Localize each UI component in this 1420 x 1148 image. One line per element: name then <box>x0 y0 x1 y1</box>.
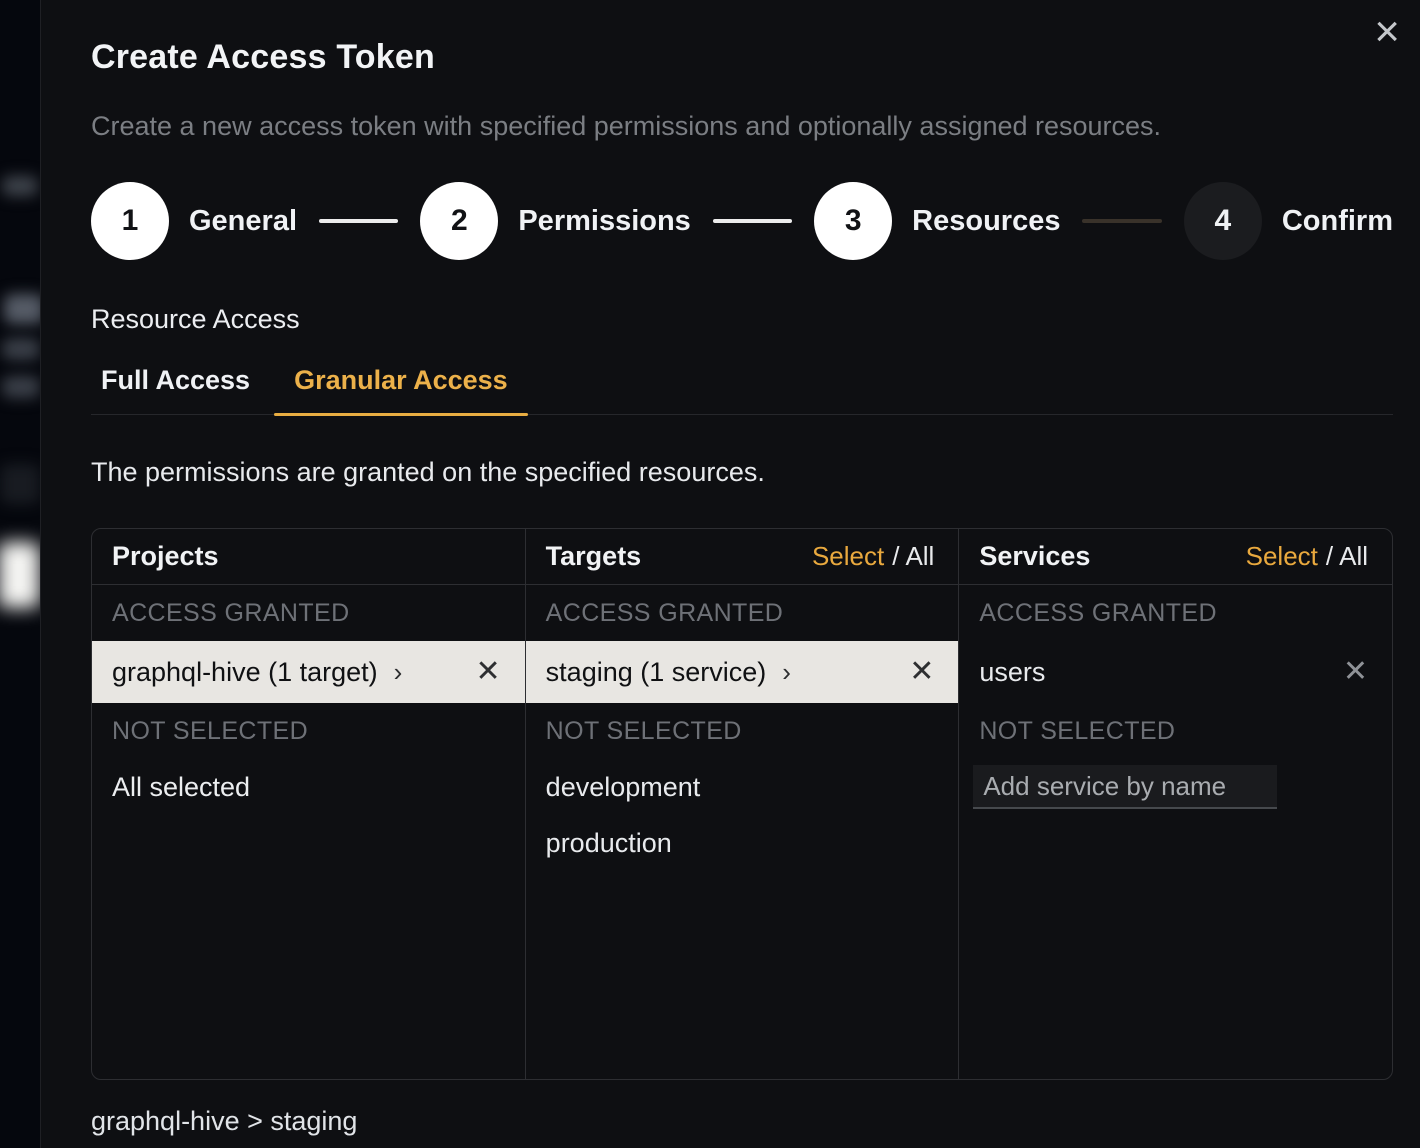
step-number-circle: 3 <box>814 182 892 260</box>
targets-column-header: Targets Select/All <box>526 529 959 585</box>
background-blur-text <box>2 338 40 360</box>
step-permissions[interactable]: 2 Permissions <box>420 182 690 260</box>
project-row-label: graphql-hive (1 target) <box>112 657 378 688</box>
remove-project-icon[interactable]: ✕ <box>476 657 501 687</box>
add-service-input[interactable] <box>973 765 1277 809</box>
chevron-right-icon: › <box>394 659 403 685</box>
step-label: General <box>189 205 297 238</box>
project-row-graphql-hive[interactable]: graphql-hive (1 target) › ✕ <box>92 641 525 703</box>
step-number-circle: 1 <box>91 182 169 260</box>
services-not-selected-label: NOT SELECTED <box>959 703 1392 759</box>
close-icon[interactable]: × <box>1366 6 1408 58</box>
targets-column: Targets Select/All ACCESS GRANTED stagin… <box>526 529 960 1079</box>
services-access-granted-label: ACCESS GRANTED <box>959 585 1392 641</box>
target-row-staging[interactable]: staging (1 service) › ✕ <box>526 641 959 703</box>
step-connector <box>319 219 398 223</box>
background-blur-item <box>2 176 38 196</box>
remove-service-icon[interactable]: ✕ <box>1343 657 1368 687</box>
step-label: Permissions <box>518 205 690 238</box>
resource-access-tabs: Full Access Granular Access <box>91 365 1393 415</box>
services-column-header: Services Select/All <box>959 529 1392 585</box>
breadcrumb: graphql-hive > staging <box>91 1106 1392 1137</box>
projects-title: Projects <box>112 541 219 572</box>
step-connector <box>713 219 792 223</box>
resource-selector: Projects ACCESS GRANTED graphql-hive (1 … <box>91 528 1393 1080</box>
target-row-label: staging (1 service) <box>546 657 767 688</box>
services-all-link[interactable]: All <box>1339 541 1368 571</box>
step-resources[interactable]: 3 Resources <box>814 182 1060 260</box>
step-number-circle: 2 <box>420 182 498 260</box>
targets-select-link[interactable]: Select <box>812 541 884 571</box>
projects-not-selected-label: NOT SELECTED <box>92 703 525 759</box>
targets-access-granted-label: ACCESS GRANTED <box>526 585 959 641</box>
dialog-title: Create Access Token <box>91 38 1392 77</box>
service-row-label: users <box>979 657 1045 688</box>
target-option-development[interactable]: development <box>526 759 959 815</box>
tab-granular-access[interactable]: Granular Access <box>284 365 518 414</box>
projects-column: Projects ACCESS GRANTED graphql-hive (1 … <box>92 529 526 1079</box>
targets-not-selected-label: NOT SELECTED <box>526 703 959 759</box>
resource-access-label: Resource Access <box>91 304 1392 335</box>
step-number-circle: 4 <box>1184 182 1262 260</box>
targets-select-all[interactable]: Select/All <box>812 541 934 572</box>
step-confirm[interactable]: 4 Confirm <box>1184 182 1393 260</box>
service-row-users: users ✕ <box>959 641 1392 703</box>
projects-column-header: Projects <box>92 529 525 585</box>
services-title: Services <box>979 541 1090 572</box>
background-blur-button <box>0 542 40 608</box>
step-label: Confirm <box>1282 205 1393 238</box>
services-select-link[interactable]: Select <box>1246 541 1318 571</box>
remove-target-icon[interactable]: ✕ <box>909 657 934 687</box>
granular-access-description: The permissions are granted on the speci… <box>91 457 1392 488</box>
chevron-right-icon: › <box>782 659 791 685</box>
background-blur-item <box>0 464 40 504</box>
targets-title: Targets <box>546 541 642 572</box>
tab-full-access[interactable]: Full Access <box>91 365 260 414</box>
background-blur-text <box>4 294 44 324</box>
step-connector <box>1082 219 1161 223</box>
projects-access-granted-label: ACCESS GRANTED <box>92 585 525 641</box>
step-general[interactable]: 1 General <box>91 182 297 260</box>
step-label: Resources <box>912 205 1060 238</box>
services-column: Services Select/All ACCESS GRANTED users… <box>959 529 1392 1079</box>
target-option-production[interactable]: production <box>526 815 959 871</box>
create-access-token-dialog: × Create Access Token Create a new acces… <box>40 0 1420 1148</box>
dialog-subtitle: Create a new access token with specified… <box>91 111 1392 142</box>
background-blur-text <box>2 376 40 398</box>
services-select-all[interactable]: Select/All <box>1246 541 1368 572</box>
stepper: 1 General 2 Permissions 3 Resources 4 Co… <box>91 182 1393 260</box>
projects-all-selected-note: All selected <box>92 759 525 815</box>
targets-all-link[interactable]: All <box>905 541 934 571</box>
